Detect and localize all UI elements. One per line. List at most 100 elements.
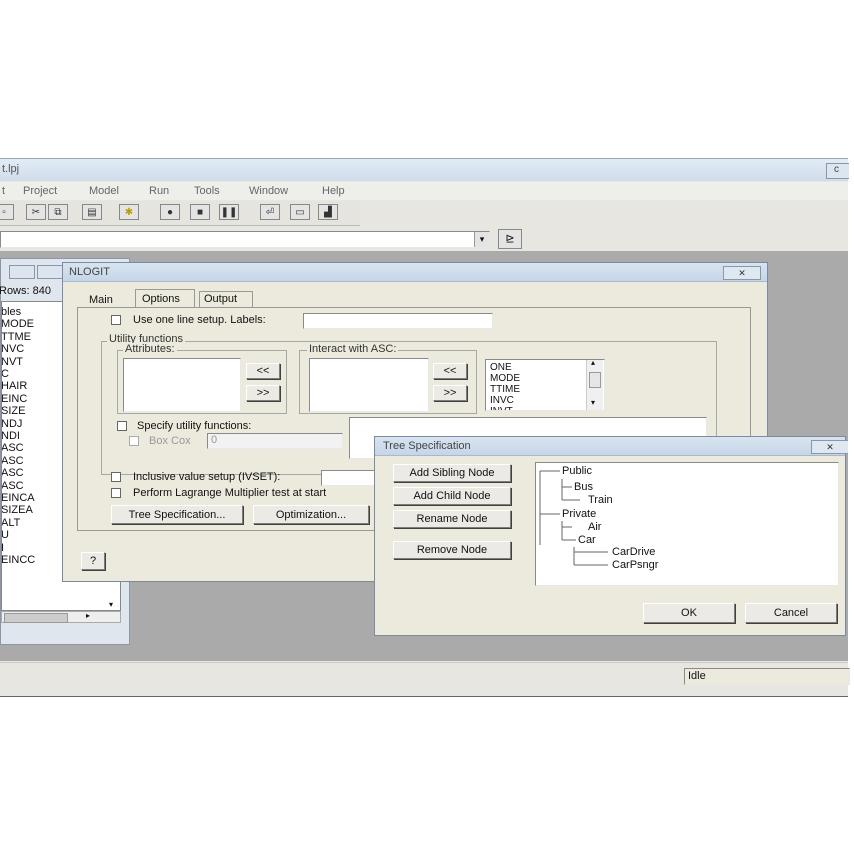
list-item[interactable]: ONE bbox=[490, 362, 512, 373]
command-input[interactable]: ▾ bbox=[0, 231, 490, 248]
interact-asc-label: Interact with ASC: bbox=[307, 343, 399, 355]
attributes-listbox[interactable] bbox=[123, 358, 241, 412]
interact-move-right-button[interactable]: >> bbox=[433, 385, 467, 401]
menu-item-project[interactable]: Project bbox=[23, 185, 57, 197]
attributes-move-right-button[interactable]: >> bbox=[246, 385, 280, 401]
scroll-down-icon[interactable]: ▾ bbox=[591, 398, 595, 407]
scroll-thumb[interactable] bbox=[589, 372, 601, 388]
list-item[interactable]: U bbox=[2, 529, 9, 541]
menu-item-run[interactable]: Run bbox=[149, 185, 169, 197]
tree-specification-button[interactable]: Tree Specification... bbox=[111, 505, 243, 524]
list-item[interactable]: MODE bbox=[2, 318, 34, 330]
tab-main[interactable]: Main bbox=[89, 294, 113, 306]
list-item[interactable]: TTIME bbox=[490, 384, 520, 395]
list-item[interactable]: ASC bbox=[2, 480, 24, 492]
box-cox-checkbox[interactable] bbox=[129, 436, 139, 446]
cut-icon[interactable]: ✂ bbox=[26, 204, 46, 220]
new-icon[interactable]: ▫ bbox=[0, 204, 14, 220]
list-item[interactable]: MODE bbox=[490, 373, 520, 384]
list-item[interactable]: NDI bbox=[2, 430, 20, 442]
command-dropdown-button[interactable]: ▾ bbox=[474, 232, 489, 247]
tree-node-air[interactable]: Air bbox=[588, 521, 601, 533]
hscroll-right-arrow[interactable]: ▸ bbox=[86, 611, 90, 620]
box-cox-input[interactable]: 0 bbox=[207, 433, 343, 449]
menu-item-window[interactable]: Window bbox=[249, 185, 288, 197]
chart-icon[interactable]: ▟ bbox=[318, 204, 338, 220]
nlogit-close-button[interactable]: ✕ bbox=[723, 266, 761, 280]
data-window-minimize-button[interactable] bbox=[9, 265, 35, 279]
variables-listbox[interactable]: ONEMODETTIMEINVCINVT ▴ ▾ bbox=[485, 359, 605, 411]
inclusive-value-checkbox[interactable] bbox=[111, 472, 121, 482]
rename-node-button[interactable]: Rename Node bbox=[393, 510, 511, 528]
interact-move-left-button[interactable]: << bbox=[433, 363, 467, 379]
stop-icon[interactable]: ■ bbox=[190, 204, 210, 220]
variable-list-scrollbar[interactable]: ▾ bbox=[105, 600, 117, 611]
add-sibling-node-button[interactable]: Add Sibling Node bbox=[393, 464, 511, 482]
list-item[interactable]: EINCC bbox=[2, 554, 35, 566]
list-item[interactable]: NVT bbox=[2, 356, 23, 368]
list-item[interactable]: EINC bbox=[2, 393, 27, 405]
pause-icon[interactable]: ❚❚ bbox=[219, 204, 239, 220]
star-icon[interactable]: ✱ bbox=[119, 204, 139, 220]
list-item[interactable]: ASC bbox=[2, 442, 24, 454]
menu-item-tools[interactable]: Tools bbox=[194, 185, 220, 197]
list-item[interactable]: SIZE bbox=[2, 405, 25, 417]
list-item[interactable]: ASC bbox=[2, 467, 24, 479]
add-child-node-button[interactable]: Add Child Node bbox=[393, 487, 511, 505]
menu-item-help[interactable]: Help bbox=[322, 185, 345, 197]
list-item[interactable]: C bbox=[2, 368, 9, 380]
list-item[interactable]: ALT bbox=[2, 517, 20, 529]
list-item[interactable]: SIZEA bbox=[2, 504, 33, 516]
status-text: Idle bbox=[688, 670, 706, 682]
menu-item-t[interactable]: t bbox=[2, 185, 5, 197]
optimization-button[interactable]: Optimization... bbox=[253, 505, 369, 524]
list-item[interactable]: INVT bbox=[490, 406, 513, 410]
labels-input[interactable] bbox=[303, 313, 493, 329]
cancel-button[interactable]: Cancel bbox=[745, 603, 837, 623]
help-button[interactable]: ? bbox=[81, 552, 105, 570]
hscroll-thumb[interactable] bbox=[4, 613, 68, 623]
list-item[interactable]: I bbox=[2, 542, 4, 554]
variables-listbox-scrollbar[interactable]: ▴ ▾ bbox=[586, 360, 603, 410]
interact-asc-listbox[interactable] bbox=[309, 358, 429, 412]
remove-node-button[interactable]: Remove Node bbox=[393, 541, 511, 559]
tab-output[interactable]: Output bbox=[199, 291, 253, 307]
attributes-move-left-button[interactable]: << bbox=[246, 363, 280, 379]
paste-icon[interactable]: ▤ bbox=[82, 204, 102, 220]
list-item[interactable]: EINCA bbox=[2, 492, 35, 504]
record-icon[interactable]: ● bbox=[160, 204, 180, 220]
scroll-up-icon[interactable]: ▴ bbox=[591, 360, 595, 367]
tree-node-car[interactable]: Car bbox=[578, 534, 596, 546]
list-item[interactable]: TTME bbox=[2, 331, 31, 343]
tree-view[interactable]: Public Bus Train Private Air Car CarDriv… bbox=[535, 462, 839, 586]
use-one-line-checkbox[interactable] bbox=[111, 315, 121, 325]
inclusive-value-label: Inclusive value setup (IVSET): bbox=[133, 471, 281, 483]
attributes-label: Attributes: bbox=[123, 343, 177, 355]
tree-node-carpsngr[interactable]: CarPsngr bbox=[612, 559, 658, 571]
window-icon[interactable]: ▭ bbox=[290, 204, 310, 220]
run-icon[interactable]: ⏎ bbox=[260, 204, 280, 220]
tree-node-public[interactable]: Public bbox=[562, 465, 592, 477]
list-item[interactable]: ASC bbox=[2, 455, 24, 467]
data-window-restore-button[interactable] bbox=[37, 265, 63, 279]
specify-utility-checkbox[interactable] bbox=[117, 421, 127, 431]
list-item[interactable]: NVC bbox=[2, 343, 24, 355]
title-button[interactable]: c bbox=[826, 163, 849, 179]
list-item[interactable]: bles bbox=[2, 306, 21, 318]
variable-list-hscrollbar[interactable]: ▸ bbox=[1, 611, 121, 623]
tree-node-private[interactable]: Private bbox=[562, 508, 596, 520]
copy-icon[interactable]: ⧉ bbox=[48, 204, 68, 220]
toolbar: ▫ ✂ ⧉ ▤ ✱ ● ■ ❚❚ ⏎ ▭ ▟ bbox=[0, 201, 360, 226]
list-item[interactable]: NDJ bbox=[2, 418, 22, 430]
tree-node-bus[interactable]: Bus bbox=[574, 481, 593, 493]
tree-spec-close-button[interactable]: ✕ bbox=[811, 440, 848, 454]
menu-item-model[interactable]: Model bbox=[89, 185, 119, 197]
run-command-button[interactable]: ⊵ bbox=[498, 229, 522, 249]
lagrange-checkbox[interactable] bbox=[111, 488, 121, 498]
tab-options[interactable]: Options bbox=[135, 289, 195, 308]
ok-button[interactable]: OK bbox=[643, 603, 735, 623]
tree-node-cardrive[interactable]: CarDrive bbox=[612, 546, 655, 558]
tree-node-train[interactable]: Train bbox=[588, 494, 613, 506]
list-item[interactable]: HAIR bbox=[2, 380, 27, 392]
list-item[interactable]: INVC bbox=[490, 395, 514, 406]
